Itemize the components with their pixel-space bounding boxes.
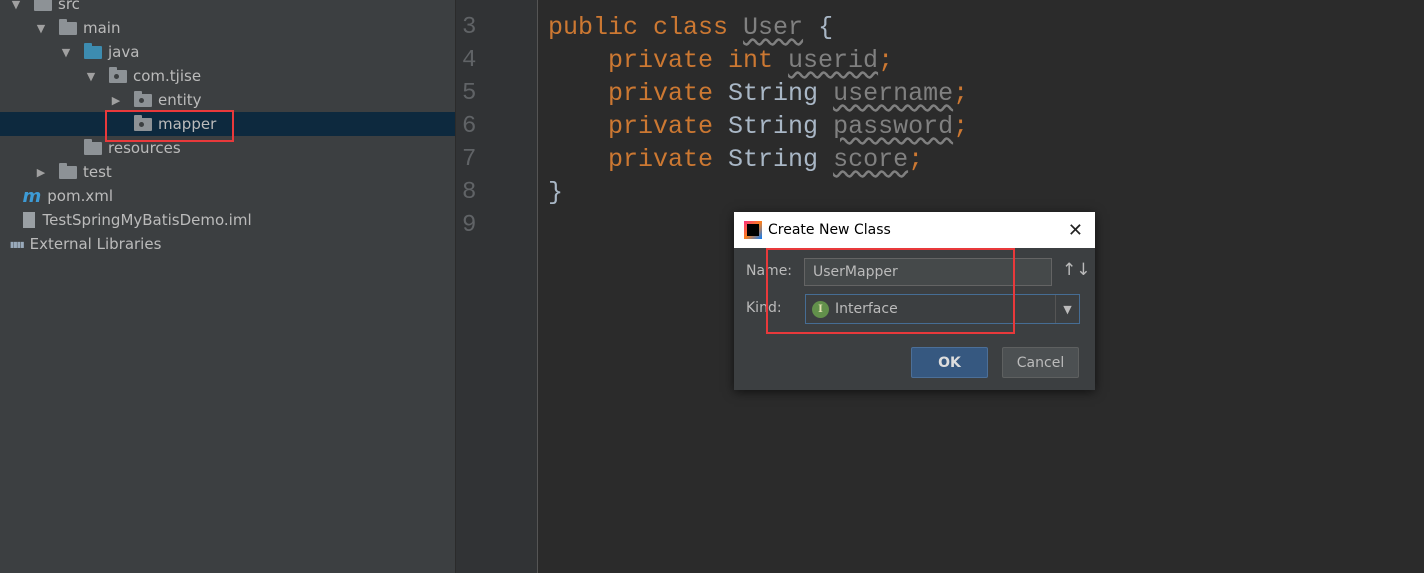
tree-item-label: src — [58, 0, 80, 13]
ok-button[interactable]: OK — [911, 347, 988, 378]
expanded-arrow-icon[interactable]: ▼ — [60, 46, 72, 59]
package-icon — [134, 90, 152, 107]
code-token: public class — [548, 13, 744, 42]
tree-item-label: java — [108, 43, 140, 61]
tree-item-label: main — [83, 19, 121, 37]
code-token: private — [548, 145, 729, 174]
close-icon[interactable]: ✕ — [1068, 220, 1083, 241]
expanded-arrow-icon[interactable]: ▼ — [85, 70, 97, 83]
line-number: 5 — [462, 80, 477, 107]
name-input[interactable]: UserMapper — [804, 258, 1052, 286]
collapsed-arrow-icon[interactable]: ▶ — [110, 94, 122, 107]
line-number: 9 — [462, 212, 477, 239]
folder-icon — [59, 162, 77, 179]
code-line[interactable]: private String password; — [548, 110, 968, 143]
code-line[interactable]: private int userid; — [548, 44, 893, 77]
name-input-value: UserMapper — [813, 264, 898, 280]
tree-item-entity[interactable]: ▶ entity — [0, 88, 455, 112]
code-token: String — [728, 145, 834, 174]
name-label: Name: — [746, 263, 793, 279]
tree-item-label: com.tjise — [133, 67, 202, 85]
tree-item-mapper[interactable]: mapper — [0, 112, 455, 136]
folder-icon — [59, 18, 77, 35]
dialog-title-bar: Create New Class ✕ — [734, 212, 1095, 248]
code-token: private int — [548, 46, 789, 75]
tree-item-com-tjise[interactable]: ▼ com.tjise — [0, 64, 455, 88]
cancel-button[interactable]: Cancel — [1002, 347, 1079, 378]
project-tree: ▼ src ▼ main ▼ java ▼ com.tjise ▶ entity mapper res… — [0, 0, 456, 573]
tree-item-label: resources — [108, 139, 181, 157]
code-token: username — [833, 79, 954, 108]
kind-select-value: Interface — [835, 301, 898, 317]
tree-item-external-libraries[interactable]: ▮▮▮▮ External Libraries — [0, 232, 455, 256]
code-line[interactable]: } — [548, 176, 563, 209]
kind-label: Kind: — [746, 300, 782, 316]
code-token: score — [833, 145, 909, 174]
tree-item-label: test — [83, 163, 112, 181]
code-token: String — [728, 79, 834, 108]
tree-item-main[interactable]: ▼ main — [0, 16, 455, 40]
code-line[interactable]: public class User { — [548, 11, 833, 44]
tree-item-java[interactable]: ▼ java — [0, 40, 455, 64]
collapsed-arrow-icon[interactable]: ▶ — [35, 166, 47, 179]
line-number: 3 — [462, 14, 477, 41]
tree-item-test[interactable]: ▶ test — [0, 160, 455, 184]
code-line[interactable]: private String score; — [548, 143, 923, 176]
code-line[interactable]: private String username; — [548, 77, 968, 110]
chevron-down-icon[interactable]: ▼ — [1055, 295, 1079, 323]
line-number: 2 — [462, 0, 502, 11]
maven-icon: m — [22, 185, 42, 207]
package-icon — [109, 66, 127, 83]
code-token: private — [548, 112, 729, 141]
package-icon — [134, 114, 152, 131]
tree-item-label: mapper — [158, 115, 217, 133]
tree-item-label: pom.xml — [47, 187, 114, 205]
code-token: } — [548, 178, 564, 207]
line-number: 4 — [462, 47, 477, 74]
tree-item-resources[interactable]: resources — [0, 136, 455, 160]
expanded-arrow-icon[interactable]: ▼ — [35, 22, 47, 35]
create-new-class-dialog: Create New Class ✕ Name: UserMapper ↑↓ K… — [734, 212, 1095, 390]
iml-file-icon — [22, 212, 35, 228]
intellij-logo-icon — [744, 221, 762, 239]
tree-item-label: TestSpringMyBatisDemo.iml — [42, 211, 252, 229]
folder-icon — [34, 0, 52, 11]
dialog-title: Create New Class — [768, 222, 891, 238]
tree-item-src[interactable]: ▼ src — [0, 0, 455, 16]
resources-folder-icon — [84, 138, 102, 155]
code-token: String — [728, 112, 834, 141]
line-number: 8 — [462, 179, 477, 206]
code-token: ; — [953, 79, 969, 108]
line-number: 6 — [462, 113, 477, 140]
tree-item-label: entity — [158, 91, 202, 109]
source-folder-icon — [84, 42, 102, 59]
code-token: ; — [908, 145, 924, 174]
code-token: password — [833, 112, 954, 141]
libraries-icon: ▮▮▮▮ — [10, 239, 25, 249]
tree-item-label: External Libraries — [29, 235, 162, 253]
kind-select[interactable]: I Interface ▼ — [805, 294, 1080, 324]
tree-item-testspringmybatisdemo-iml[interactable]: TestSpringMyBatisDemo.iml — [0, 208, 455, 232]
code-token: userid — [788, 46, 879, 75]
line-number: 7 — [462, 146, 477, 173]
interface-icon: I — [812, 300, 829, 318]
tree-item-pom-xml[interactable]: m pom.xml — [0, 184, 455, 208]
code-token: User — [743, 13, 804, 42]
sort-arrows-icon[interactable]: ↑↓ — [1062, 260, 1091, 280]
code-token: ; — [953, 112, 969, 141]
code-token: ; — [878, 46, 894, 75]
code-token: { — [803, 13, 834, 42]
code-token: private — [548, 79, 729, 108]
expanded-arrow-icon[interactable]: ▼ — [10, 0, 22, 11]
